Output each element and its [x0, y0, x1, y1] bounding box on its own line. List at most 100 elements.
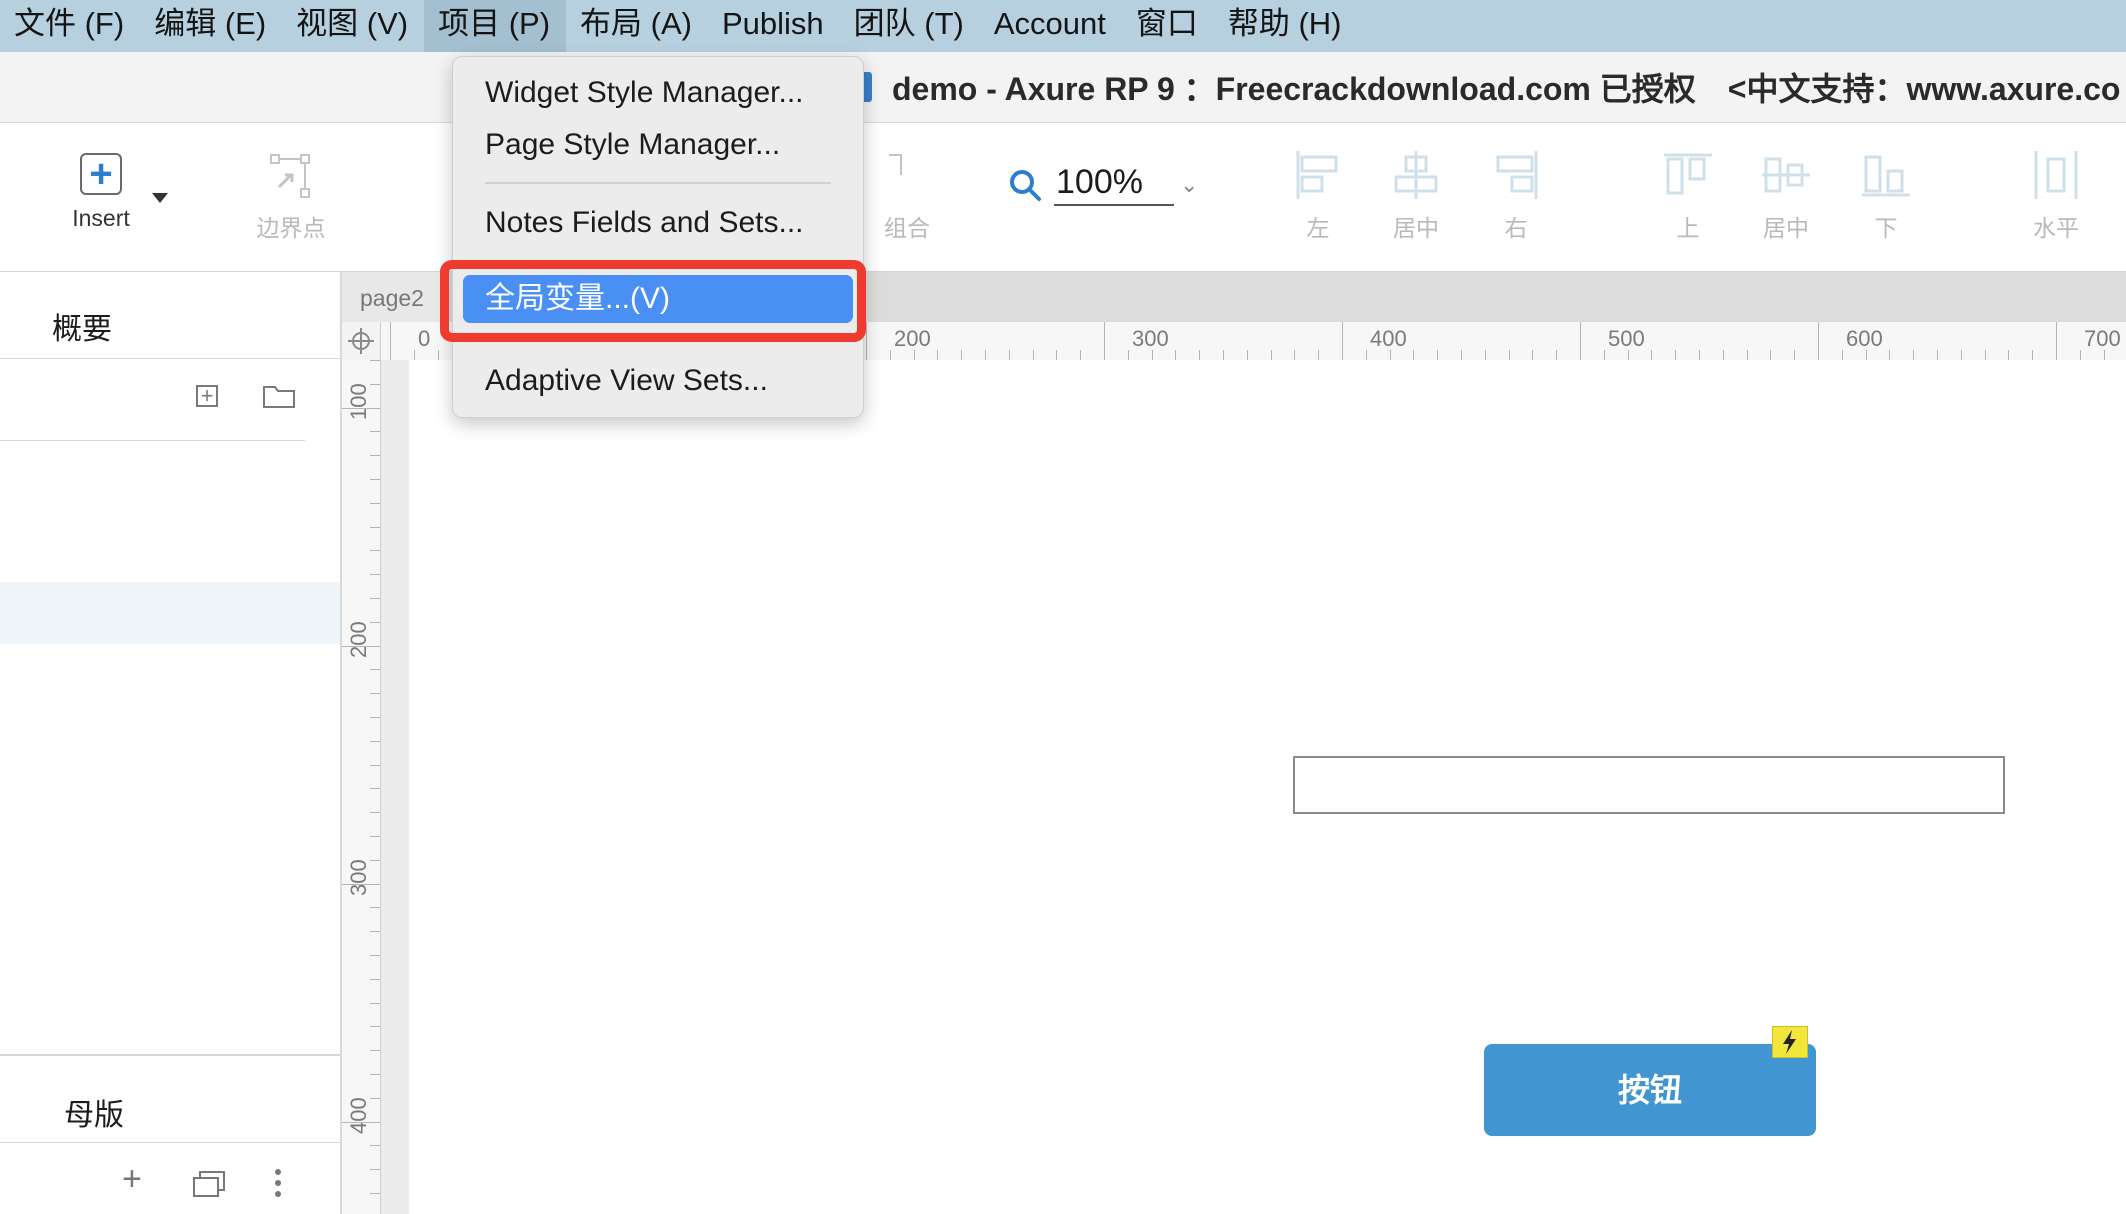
align-bottom-button[interactable]: 下: [1856, 149, 1916, 243]
canvas-gutter: [381, 360, 409, 1214]
ruler-tick: [437, 350, 439, 360]
add-folder-icon[interactable]: [262, 383, 296, 409]
ruler-tick: [370, 812, 380, 814]
ruler-tick: [1270, 350, 1272, 360]
ruler-tick: [370, 1193, 380, 1194]
project-menu-dropdown: Widget Style Manager... Page Style Manag…: [452, 56, 864, 418]
group-icon: [889, 154, 902, 175]
interaction-badge[interactable]: [1772, 1026, 1808, 1058]
ruler-label: 400: [346, 1097, 371, 1134]
button-widget[interactable]: 按钮: [1484, 1044, 1816, 1136]
add-page-icon[interactable]: +: [196, 385, 218, 407]
align-top-icon: [1664, 153, 1712, 195]
window-title: demo - Axure RP 9 ：Freecrackdownload.com…: [892, 71, 2121, 107]
menu-item-adaptive-view-sets[interactable]: Adaptive View Sets...: [453, 355, 863, 407]
selected-page-row[interactable]: [0, 582, 340, 644]
caret-down-icon: [152, 193, 168, 203]
ruler-label: 300: [346, 859, 371, 896]
align-middle-button[interactable]: 居中: [1756, 149, 1816, 243]
vertical-ruler: 100 200 300 400: [342, 360, 381, 1214]
insert-label: Insert: [72, 205, 130, 231]
ruler-label: 400: [1370, 326, 1407, 351]
ruler-tick: [1937, 350, 1938, 360]
ruler-tick: [342, 407, 380, 409]
menu-edit[interactable]: 编辑 (E): [140, 0, 282, 52]
more-options-icon[interactable]: [272, 1168, 284, 1198]
ruler-tick: [985, 350, 986, 360]
ruler-tick: [1294, 350, 1296, 360]
align-right-button[interactable]: 右: [1486, 149, 1546, 243]
menu-account[interactable]: Account: [980, 0, 1122, 52]
ruler-tick: [370, 526, 380, 528]
zoom-control[interactable]: 100% ⌄: [1008, 163, 1198, 206]
ruler-tick: [370, 550, 380, 552]
menu-window[interactable]: 窗口: [1122, 0, 1214, 52]
distribute-horizontal-button[interactable]: 水平: [2026, 149, 2086, 243]
ruler-tick: [370, 621, 380, 623]
page-tab[interactable]: page2: [342, 272, 444, 322]
ruler-tick: [1246, 350, 1248, 360]
ruler-tick: [1841, 350, 1843, 360]
ruler-tick: [1389, 350, 1391, 360]
zoom-value[interactable]: 100%: [1054, 163, 1174, 206]
align-top-button[interactable]: 上: [1658, 149, 1718, 243]
menu-help[interactable]: 帮助 (H): [1214, 0, 1358, 52]
menu-project[interactable]: 项目 (P): [424, 0, 567, 52]
menu-layout[interactable]: 布局 (A): [566, 0, 708, 52]
align-center-icon: [1394, 151, 1438, 199]
align-center-label: 居中: [1393, 215, 1439, 241]
search-icon: [1010, 169, 1041, 201]
align-center-button[interactable]: 居中: [1386, 149, 1446, 243]
ruler-tick: [889, 350, 891, 360]
menu-item-widget-style-manager[interactable]: Widget Style Manager...: [453, 67, 863, 119]
add-master-icon[interactable]: +: [122, 1160, 142, 1199]
duplicate-icon[interactable]: [192, 1168, 228, 1198]
insert-button[interactable]: + Insert: [56, 153, 168, 232]
divider: [0, 1142, 340, 1143]
menu-team[interactable]: 团队 (T): [840, 0, 980, 52]
ruler-tick: [370, 907, 380, 909]
ruler-tick: [370, 455, 380, 457]
ruler-tick: [1984, 350, 1986, 360]
ruler-tick: [1746, 350, 1748, 360]
align-top-label: 上: [1676, 215, 1700, 241]
ruler-label: 500: [1608, 326, 1645, 351]
ruler-tick: [370, 717, 380, 718]
ruler-label: 300: [1132, 326, 1169, 351]
align-bottom-icon: [1862, 155, 1910, 197]
ruler-tick: [370, 859, 380, 861]
menu-item-page-style-manager[interactable]: Page Style Manager...: [453, 119, 863, 171]
ruler-tick: [1699, 350, 1700, 360]
menu-publish[interactable]: Publish: [708, 0, 840, 52]
align-left-button[interactable]: 左: [1288, 149, 1348, 243]
ruler-tick: [937, 350, 939, 360]
ruler-tick: [1413, 350, 1415, 360]
menu-separator: [485, 182, 831, 184]
ruler-tick: [1032, 350, 1034, 360]
ruler-tick: [370, 360, 380, 361]
align-left-label: 左: [1306, 215, 1330, 241]
boundary-point-button[interactable]: 边界点: [246, 149, 336, 243]
ruler-label: 600: [1846, 326, 1883, 351]
chevron-down-icon[interactable]: ⌄: [1180, 172, 1198, 198]
ruler-tick: [370, 1050, 380, 1052]
ruler-tick: [370, 574, 380, 576]
menu-bar: 文件 (F) 编辑 (E) 视图 (V) 项目 (P) 布局 (A) Publi…: [0, 0, 2126, 52]
menu-view[interactable]: 视图 (V): [282, 0, 424, 52]
ruler-tick: [1580, 322, 1581, 360]
ruler-origin[interactable]: [342, 322, 381, 360]
ruler-label: 700: [2084, 326, 2121, 351]
ruler-tick: [1722, 350, 1724, 360]
text-field-widget[interactable]: [1293, 756, 2005, 814]
ruler-label: 200: [346, 621, 371, 658]
ruler-tick: [370, 431, 380, 433]
menu-item-notes-fields[interactable]: Notes Fields and Sets...: [453, 197, 863, 249]
boundary-point-label: 边界点: [256, 215, 326, 241]
ruler-tick: [370, 978, 380, 980]
group-button[interactable]: 组合: [862, 149, 952, 243]
ruler-tick: [1151, 350, 1153, 360]
ruler-tick: [1223, 350, 1224, 360]
ruler-tick: [1484, 350, 1486, 360]
menu-file[interactable]: 文件 (F): [0, 0, 140, 52]
ruler-tick: [2008, 350, 2010, 360]
